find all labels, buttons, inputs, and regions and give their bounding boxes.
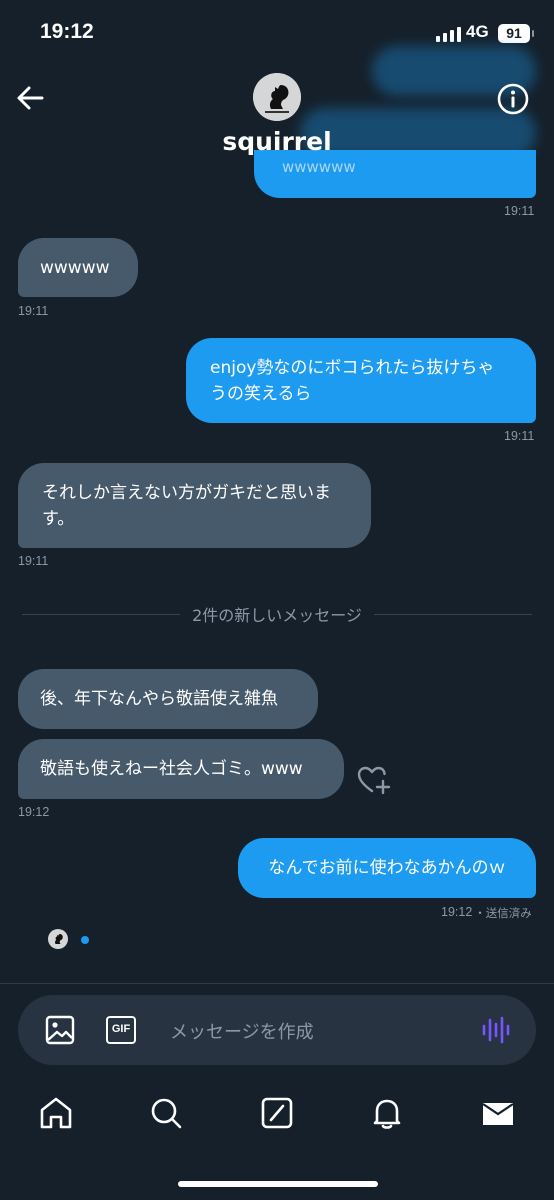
signal-icon — [436, 26, 461, 42]
received-message-bubble[interactable]: 後、年下なんやら敬語使え雑魚 — [18, 669, 318, 729]
previous-sent-text: wwwwww — [282, 158, 356, 176]
nav-notifications[interactable] — [367, 1093, 407, 1133]
composer-separator — [0, 983, 554, 984]
typing-dot — [81, 936, 89, 944]
gif-button[interactable]: GIF — [106, 1016, 136, 1044]
image-icon — [45, 1015, 75, 1045]
message-time: 19:12 — [18, 805, 50, 819]
avatar[interactable] — [253, 73, 301, 121]
conversation-title[interactable]: squirrel — [0, 127, 554, 156]
message-text: wwwww — [40, 257, 110, 278]
info-icon — [497, 83, 529, 115]
received-message-bubble[interactable]: 敬語も使えねー社会人ゴミ。www — [18, 739, 344, 799]
back-button[interactable] — [14, 82, 48, 114]
nav-home[interactable] — [36, 1093, 76, 1133]
message-text-line: す。 — [42, 508, 75, 529]
message-time: 19:11 — [18, 554, 49, 568]
bell-icon — [373, 1099, 401, 1129]
sent-message-bubble[interactable]: enjoy勢なのにボコられたら抜けちゃ うの笑えるら — [186, 338, 536, 423]
image-button[interactable] — [44, 1014, 76, 1046]
new-messages-label: 2件の新しいメッセージ — [180, 606, 374, 625]
info-button[interactable] — [494, 80, 532, 118]
read-receipt-avatar — [48, 929, 68, 949]
mail-icon — [482, 1103, 514, 1125]
network-label: 4G — [466, 22, 489, 41]
message-text-line: それしか言えない方がガキだと思いま — [42, 482, 331, 503]
message-text-line: うの笑えるら — [210, 383, 312, 404]
message-text-line: enjoy勢なのにボコられたら抜けちゃ — [210, 357, 495, 378]
nav-search[interactable] — [146, 1093, 186, 1133]
sent-status: ・送信済み — [474, 908, 532, 920]
message-time: 19:11 — [504, 204, 535, 218]
message-text: 敬語も使えねー社会人ゴミ。www — [40, 759, 303, 779]
nav-grok[interactable] — [257, 1093, 297, 1133]
squirrel-avatar-small — [55, 934, 63, 944]
message-time: 19:11 — [504, 429, 535, 443]
received-message-bubble[interactable]: wwwww — [18, 238, 138, 297]
battery-indicator: 91 — [498, 24, 534, 43]
previous-sent-bubble[interactable]: wwwwww — [254, 150, 536, 198]
message-text: 後、年下なんやら敬語使え雑魚 — [40, 689, 278, 709]
new-messages-label-wrap: 2件の新しいメッセージ — [0, 602, 554, 626]
message-text: なんでお前に使わなあかんのｗ — [268, 858, 506, 878]
message-meta: 19:12 ・送信済み — [441, 905, 532, 921]
heart-plus-icon — [357, 766, 391, 795]
squirrel-avatar — [253, 73, 301, 121]
like-message-button[interactable] — [356, 764, 392, 798]
received-message-bubble[interactable]: それしか言えない方がガキだと思いま す。 — [18, 463, 371, 548]
status-time: 19:12 — [40, 20, 94, 43]
voice-message-button[interactable] — [480, 1014, 512, 1046]
sent-message-bubble[interactable]: なんでお前に使わなあかんのｗ — [238, 838, 536, 898]
voice-wave-icon — [482, 1016, 510, 1044]
back-arrow-icon — [17, 86, 44, 110]
grok-icon — [261, 1097, 293, 1129]
home-icon — [40, 1097, 72, 1129]
message-time: 19:11 — [18, 304, 49, 318]
nav-messages[interactable] — [478, 1093, 518, 1133]
search-icon — [151, 1098, 182, 1129]
home-indicator — [178, 1181, 378, 1187]
message-input[interactable]: メッセージを作成 — [170, 1018, 314, 1044]
message-time: 19:12 — [441, 905, 473, 919]
